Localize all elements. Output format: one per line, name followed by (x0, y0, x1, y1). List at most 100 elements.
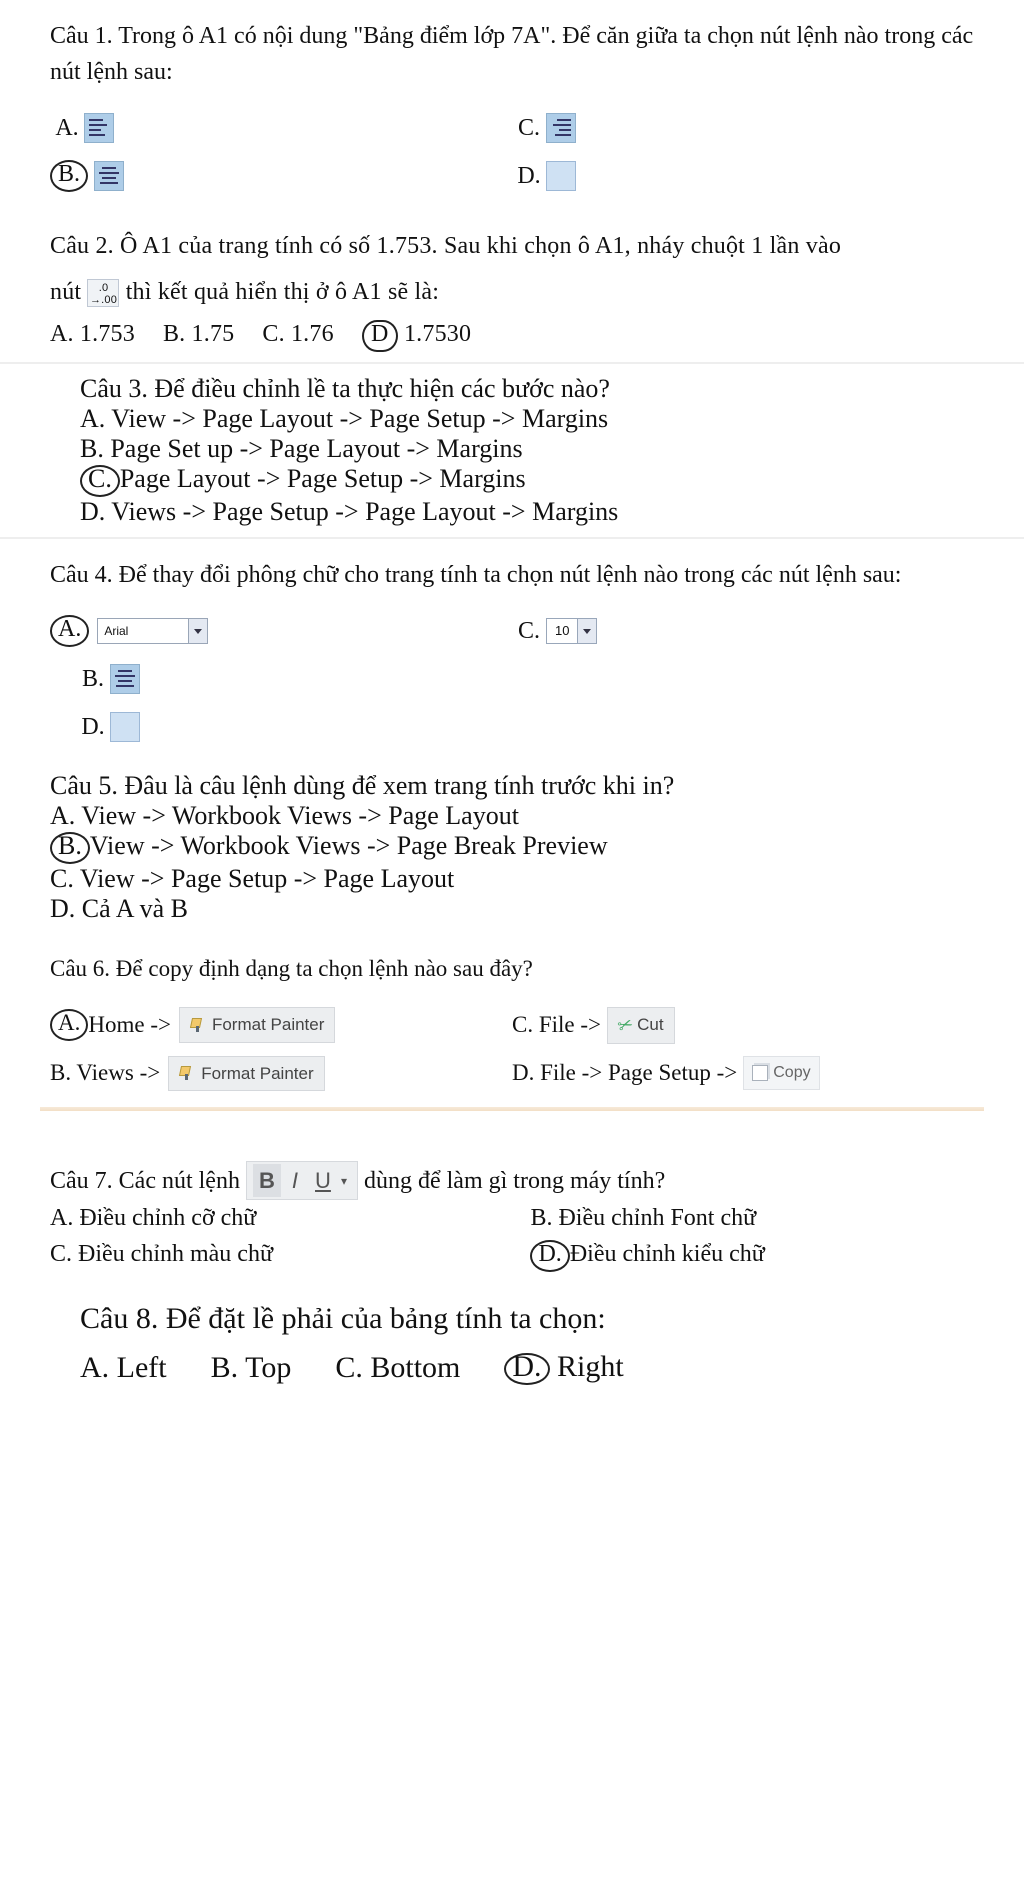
q5-prompt: Câu 5. Đâu là câu lệnh dùng để xem trang… (50, 771, 974, 801)
q6-option-D: D. File -> Page Setup -> Copy (512, 1056, 974, 1092)
q2-prompt-line1: Câu 2. Ô A1 của trang tính có số 1.753. … (50, 228, 974, 264)
q1-options: A. C. B. D. (50, 104, 974, 200)
paintbrush-icon (190, 1018, 206, 1032)
q2-A: A. 1.753 (50, 316, 135, 352)
q6-option-B: B. Views -> Format Painter (50, 1056, 512, 1092)
q6-A-text: Home -> (88, 1008, 171, 1043)
question-2: Câu 2. Ô A1 của trang tính có số 1.753. … (0, 210, 1024, 362)
q3-prompt: Câu 3. Để điều chỉnh lề ta thực hiện các… (80, 374, 944, 404)
q2-D: DD 1.7530 1.7530 (362, 316, 471, 352)
q7-D: D.Điều chỉnh kiểu chữ (530, 1236, 974, 1272)
q8-B: B. Top (211, 1351, 292, 1385)
format-painter-label: Format Painter (212, 1012, 324, 1038)
q1-option-B: B. (50, 158, 512, 194)
font-name-value: Arial (98, 622, 188, 640)
q7-C: C. Điều chỉnh màu chữ (50, 1236, 530, 1272)
q7-lead: Câu 7. Các nút lệnh (50, 1168, 240, 1194)
q1-option-A: A. (50, 110, 512, 146)
q2-rest: thì kết quả hiển thị ở ô A1 sẽ là: (126, 279, 439, 305)
q6-options: A. Home -> Format Painter C. File -> ✂Cu… (50, 1001, 974, 1098)
circled-choice: D. (504, 1353, 549, 1385)
q6-prompt: Câu 6. Để copy định dạng ta chọn lệnh nà… (50, 952, 974, 987)
circled-choice: B. (50, 160, 88, 192)
q8-D: D. Right (504, 1350, 623, 1385)
circled-choice: B. (50, 832, 90, 864)
merge-center-icon (110, 712, 140, 742)
q8-prompt: Câu 8. Để đặt lề phải của bảng tính ta c… (80, 1302, 944, 1336)
q6-C: C. File -> (512, 1008, 601, 1043)
q3-A: A. View -> Page Layout -> Page Setup -> … (80, 404, 944, 434)
q5-A: A. View -> Workbook Views -> Page Layout (50, 801, 974, 831)
bold-icon: B (253, 1164, 281, 1197)
font-name-selector-icon: Arial (97, 618, 208, 644)
q2-nut: nút (50, 279, 81, 305)
italic-icon: I (281, 1164, 309, 1197)
cut-button-icon: ✂Cut (607, 1007, 675, 1044)
q1-option-C: C. (512, 110, 974, 146)
q2-options: A. 1.753 B. 1.75 C. 1.76 DD 1.7530 1.753… (50, 316, 974, 352)
merge-center-icon (546, 161, 576, 191)
copy-icon (752, 1065, 768, 1081)
question-7: Câu 7. Các nút lệnh B I U ▾ dùng để làm … (0, 1111, 1024, 1282)
align-center-icon (94, 161, 124, 191)
q3-C: C.Page Layout -> Page Setup -> Margins (80, 464, 944, 497)
question-4: Câu 4. Để thay đổi phông chữ cho trang t… (0, 539, 1024, 761)
underline-icon: U (309, 1164, 337, 1197)
biu-buttons-icon: B I U ▾ (246, 1161, 358, 1200)
q2-B: B. 1.75 (163, 316, 234, 352)
q7-options: A. Điều chỉnh cỡ chữ B. Điều chỉnh Font … (50, 1200, 974, 1272)
q7-tail: dùng để làm gì trong máy tính? (364, 1168, 665, 1194)
font-size-selector-icon: 10 (546, 618, 597, 644)
copy-label: Copy (773, 1061, 810, 1085)
q8-options: A. Left B. Top C. Bottom D. Right (80, 1350, 944, 1385)
font-size-value: 10 (547, 621, 577, 641)
q8-C: C. Bottom (335, 1351, 460, 1385)
align-center-icon (110, 664, 140, 694)
circled-choice: C. (80, 465, 120, 497)
q7-prompt: Câu 7. Các nút lệnh B I U ▾ dùng để làm … (50, 1161, 974, 1200)
format-painter-button-icon: Format Painter (168, 1056, 324, 1092)
q4-option-C: C. 10 (512, 613, 974, 649)
cut-label: Cut (637, 1012, 663, 1038)
q4-option-B: B. (50, 661, 538, 697)
format-painter-label: Format Painter (201, 1061, 313, 1087)
label-D: D. (76, 709, 110, 745)
q7-B: B. Điều chỉnh Font chữ (530, 1200, 974, 1236)
q3-B: B. Page Set up -> Page Layout -> Margins (80, 434, 944, 464)
q4-option-A: A. Arial (50, 613, 512, 649)
label-B: B. (76, 661, 110, 697)
q3-D: D. Views -> Page Setup -> Page Layout ->… (80, 497, 944, 527)
q4-prompt: Câu 4. Để thay đổi phông chữ cho trang t… (50, 557, 974, 593)
q8-A: A. Left (80, 1351, 167, 1385)
q7-A: A. Điều chỉnh cỡ chữ (50, 1200, 530, 1236)
copy-button-icon: Copy (743, 1056, 819, 1090)
question-8: Câu 8. Để đặt lề phải của bảng tính ta c… (0, 1282, 1024, 1425)
chevron-down-icon (188, 619, 207, 643)
q1-option-D: D. (512, 158, 974, 194)
q5-B: B.View -> Workbook Views -> Page Break P… (50, 831, 974, 864)
align-right-icon (546, 113, 576, 143)
q4-option-D: D. (50, 709, 538, 745)
format-painter-button-icon: Format Painter (179, 1007, 335, 1043)
paintbrush-icon (179, 1066, 195, 1080)
question-5: Câu 5. Đâu là câu lệnh dùng để xem trang… (0, 761, 1024, 934)
q5-D: D. Cả A và B (50, 894, 974, 924)
circled-choice: A. (50, 1009, 88, 1041)
align-left-icon (84, 113, 114, 143)
circled-choice: D. (530, 1240, 569, 1272)
q5-B-text: View -> Workbook Views -> Page Break Pre… (90, 831, 608, 860)
question-3: Câu 3. Để điều chỉnh lề ta thực hiện các… (0, 362, 1024, 539)
increase-decimal-icon: .0→.00 (87, 279, 119, 307)
chevron-down-icon (577, 619, 596, 643)
q6-B: B. Views -> (50, 1056, 160, 1091)
q6-option-C: C. File -> ✂Cut (512, 1007, 974, 1044)
q6-option-A: A. Home -> Format Painter (50, 1007, 512, 1044)
q7-D-text: Điều chỉnh kiểu chữ (570, 1241, 765, 1267)
label-A: A. (50, 110, 84, 146)
question-6: Câu 6. Để copy định dạng ta chọn lệnh nà… (0, 934, 1024, 1107)
q5-C: C. View -> Page Setup -> Page Layout (50, 864, 974, 894)
q3-C-text: Page Layout -> Page Setup -> Margins (120, 464, 526, 493)
q2-prompt-line2: nút .0→.00 thì kết quả hiển thị ở ô A1 s… (50, 274, 974, 310)
circled-choice: A. (50, 615, 89, 647)
q4-options: A. Arial C. 10 B. D. (50, 607, 974, 751)
